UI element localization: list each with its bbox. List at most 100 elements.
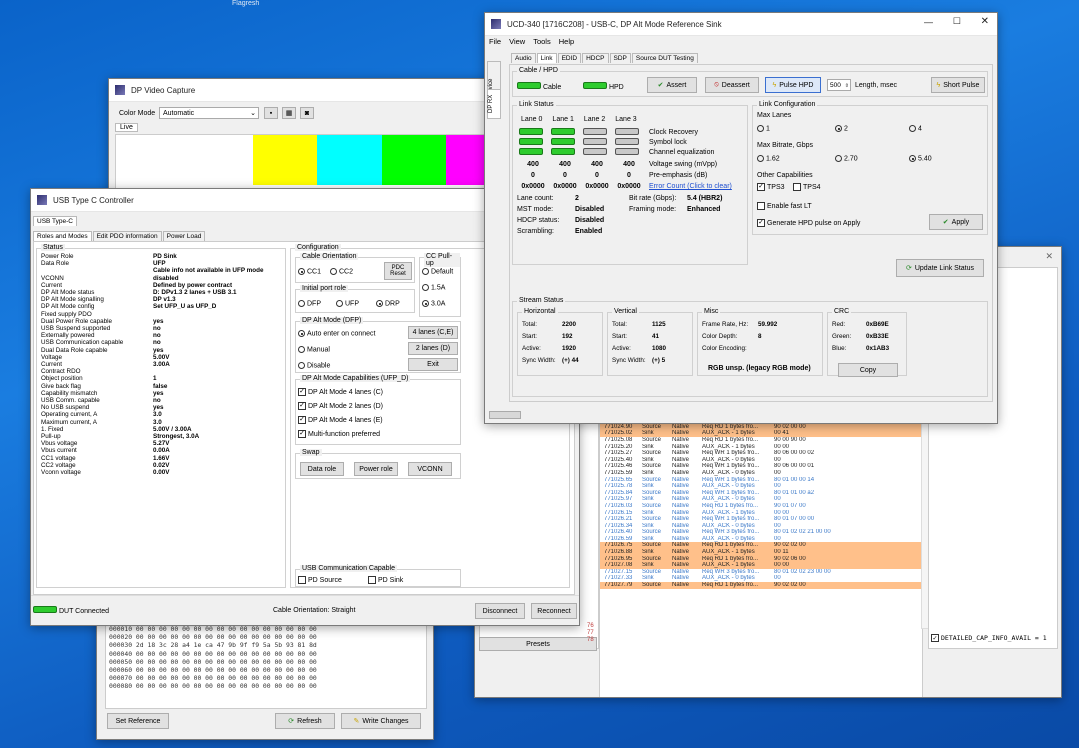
rate-540-radio[interactable]: 5.40 bbox=[909, 155, 932, 162]
subtab-pdo[interactable]: Edit PDO information bbox=[92, 231, 162, 241]
disconnect-button[interactable]: Disconnect bbox=[475, 603, 525, 619]
cc2-radio[interactable]: CC2 bbox=[330, 268, 353, 275]
close-icon[interactable]: ✕ bbox=[1045, 251, 1053, 262]
exit-button[interactable]: Exit bbox=[408, 358, 458, 371]
log-row[interactable]: 771025.27 Source Native Req WR 1 bytes fro.… bbox=[600, 450, 922, 457]
menu-help[interactable]: Help bbox=[559, 37, 574, 46]
pullup-1-5a-radio[interactable]: 1.5A bbox=[422, 284, 445, 291]
log-row[interactable]: 771026.34 Sink Native AUX_ACK - 0 bytes 00 bbox=[600, 522, 922, 530]
cap-4lanes-c-checkbox[interactable]: ✓ DP Alt Mode 4 lanes (C) bbox=[298, 388, 383, 396]
hex-row[interactable]: 000020 00 00 00 00 00 00 00 00 00 00 00 … bbox=[109, 633, 423, 641]
multi-function-checkbox[interactable]: ✓ Multi-function preferred bbox=[298, 430, 380, 438]
detail-row[interactable]: ✓ DETAILED_CAP_INFO_AVAIL = 1 bbox=[931, 634, 1047, 642]
lanes-4-radio[interactable]: 4 bbox=[909, 125, 922, 132]
log-row[interactable]: 771027.08 Sink Native AUX_ACK - 1 bytes 00 0… bbox=[600, 562, 922, 569]
tps4-checkbox[interactable]: TPS4 bbox=[793, 183, 821, 191]
aux-log-list[interactable]: 771024.52SinkNativeAUX_ACK - 1 bytes00 8… bbox=[599, 403, 923, 697]
manual-radio[interactable]: Manual bbox=[298, 346, 330, 353]
menu-tools[interactable]: Tools bbox=[533, 37, 551, 46]
minimize-icon[interactable]: — bbox=[924, 17, 933, 27]
tab-source-dut[interactable]: Source DUT Testing bbox=[631, 53, 698, 63]
tab-live[interactable]: Live bbox=[115, 123, 138, 132]
hex-row[interactable]: 000010 00 00 00 00 00 00 00 00 00 00 00 … bbox=[109, 625, 423, 633]
log-row[interactable]: 771025.97 Sink Native AUX_ACK - 0 bytes 00 bbox=[600, 496, 922, 503]
short-pulse-button[interactable]: ϟ Short Pulse bbox=[931, 77, 985, 93]
camera-icon[interactable]: ◙ bbox=[300, 107, 314, 119]
hex-row[interactable]: 000050 00 00 00 00 00 00 00 00 00 00 00 … bbox=[109, 658, 423, 666]
gen-hpd-checkbox[interactable]: ✓ Generate HPD pulse on Apply bbox=[757, 219, 860, 227]
disable-radio[interactable]: Disable bbox=[298, 362, 330, 369]
grid-icon[interactable]: ▦ bbox=[282, 107, 296, 119]
copy-button[interactable]: Copy bbox=[838, 363, 898, 377]
hex-view[interactable]: 000010 00 00 00 00 00 00 00 00 00 00 00 … bbox=[105, 623, 427, 709]
log-row[interactable]: 771026.88 Sink Native AUX_ACK - 1 bytes 00 1… bbox=[600, 549, 922, 556]
tab-audio[interactable]: Audio bbox=[511, 53, 536, 63]
pullup-3a-radio[interactable]: 3.0A bbox=[422, 300, 445, 307]
log-row[interactable]: 771025.78 Sink Native AUX_ACK - 0 bytes 00 bbox=[600, 483, 922, 490]
vconn-button[interactable]: VCONN bbox=[408, 462, 452, 476]
log-row[interactable]: 771025.46 Source Native Req WR 1 bytes fro.… bbox=[600, 463, 922, 470]
pulse-length-input[interactable]: 500 ⇳ bbox=[827, 79, 851, 91]
hex-row[interactable]: 000040 00 00 00 00 00 00 00 00 00 00 00 … bbox=[109, 650, 423, 658]
update-link-status-button[interactable]: ⟳ Update Link Status bbox=[896, 259, 984, 277]
hex-row[interactable]: 000070 00 00 00 00 00 00 00 00 00 00 00 … bbox=[109, 674, 423, 682]
spinner-icon[interactable]: ⇳ bbox=[845, 80, 849, 92]
reconnect-button[interactable]: Reconnect bbox=[531, 603, 577, 619]
hex-row[interactable]: 000080 00 00 00 00 00 00 00 00 00 00 00 … bbox=[109, 682, 423, 690]
tab-usb-type-c[interactable]: USB Type-C bbox=[33, 216, 78, 226]
log-row[interactable]: 771026.21 Source Native Req WR 1 bytes fro.… bbox=[600, 516, 922, 523]
refresh-button[interactable]: ⟳ Refresh bbox=[275, 713, 335, 729]
log-row[interactable]: 771026.95 Source Native Req RD 1 bytes fro.… bbox=[600, 555, 922, 563]
auto-enter-radio[interactable]: Auto enter on connect bbox=[298, 330, 376, 337]
pulse-hpd-button[interactable]: ϟ Pulse HPD bbox=[765, 77, 821, 93]
menu-file[interactable]: File bbox=[489, 37, 501, 46]
log-row[interactable]: 771025.40 Sink Native AUX_ACK - 0 bytes 00 bbox=[600, 456, 922, 464]
drp-radio[interactable]: DRP bbox=[376, 300, 400, 307]
log-row[interactable]: 771025.65 Source Native Req WR 1 bytes fro.… bbox=[600, 476, 922, 484]
rate-162-radio[interactable]: 1.62 bbox=[757, 155, 780, 162]
apply-button[interactable]: ✔ Apply bbox=[929, 214, 983, 230]
pullup-default-radio[interactable]: Default bbox=[422, 268, 453, 275]
tab-sdp[interactable]: SDP bbox=[609, 53, 631, 63]
log-row[interactable]: 771024.90 Source Native Req RD 1 bytes fro.… bbox=[600, 423, 922, 431]
lanes-2-radio[interactable]: 2 bbox=[835, 125, 848, 132]
horizontal-scrollbar[interactable] bbox=[489, 411, 521, 419]
fast-lt-checkbox[interactable]: Enable fast LT bbox=[757, 202, 812, 210]
tab-hdcp[interactable]: HDCP bbox=[582, 53, 609, 63]
log-row[interactable]: 771025.02 Sink Native AUX_ACK - 1 bytes 00 4… bbox=[600, 430, 922, 437]
cc1-radio[interactable]: CC1 bbox=[298, 268, 321, 275]
tps3-checkbox[interactable]: ✓ TPS3 bbox=[757, 183, 785, 191]
write-changes-button[interactable]: ✎ Write Changes bbox=[341, 713, 421, 729]
log-row[interactable]: 771026.59 Sink Native AUX_ACK - 0 bytes 00 bbox=[600, 535, 922, 543]
ufp-radio[interactable]: UFP bbox=[336, 300, 359, 307]
cap-4lanes-e-checkbox[interactable]: ✓ DP Alt Mode 4 lanes (E) bbox=[298, 416, 383, 424]
lanes-1-radio[interactable]: 1 bbox=[757, 125, 770, 132]
deassert-button[interactable]: ⦸ Deassert bbox=[705, 77, 759, 93]
subtab-roles[interactable]: Roles and Modes bbox=[33, 231, 92, 241]
menu-view[interactable]: View bbox=[509, 37, 525, 46]
tab-link[interactable]: Link bbox=[536, 53, 557, 63]
pd-source-checkbox[interactable]: PD Source bbox=[298, 576, 342, 584]
log-row[interactable]: 771027.33 Sink Native AUX_ACK - 0 bytes 00 bbox=[600, 575, 922, 583]
log-row[interactable]: 771027.79 Source Native Req RD 1 bytes fro.… bbox=[600, 582, 922, 589]
hex-row[interactable]: 000060 00 00 00 00 00 00 00 00 00 00 00 … bbox=[109, 666, 423, 674]
side-tab-dp-rx[interactable]: DP RX bbox=[487, 89, 501, 119]
set-reference-button[interactable]: Set Reference bbox=[107, 713, 169, 729]
log-row[interactable]: 771026.03 Source Native Req RD 1 bytes fro.… bbox=[600, 502, 922, 510]
error-count-link[interactable]: Error Count (Click to clear) bbox=[649, 183, 732, 190]
maximize-icon[interactable]: ☐ bbox=[953, 16, 961, 27]
log-row[interactable]: 771026.75 Source Native Req RD 1 bytes fro.… bbox=[600, 542, 922, 550]
log-row[interactable]: 771026.15 Sink Native AUX_ACK - 1 bytes 00 0… bbox=[600, 509, 922, 517]
log-row[interactable]: 771025.20 Sink Native AUX_ACK - 1 bytes 00 0… bbox=[600, 443, 922, 451]
dfp-radio[interactable]: DFP bbox=[298, 300, 321, 307]
color-mode-select[interactable]: Automatic ⌄ bbox=[159, 107, 259, 119]
cap-2lanes-d-checkbox[interactable]: ✓ DP Alt Mode 2 lanes (D) bbox=[298, 402, 383, 410]
log-row[interactable]: 771025.59 Sink Native AUX_ACK - 0 bytes 00 bbox=[600, 469, 922, 477]
rate-270-radio[interactable]: 2.70 bbox=[835, 155, 858, 162]
data-role-button[interactable]: Data role bbox=[300, 462, 344, 476]
pd-sink-checkbox[interactable]: PD Sink bbox=[368, 576, 403, 584]
close-icon[interactable]: ✕ bbox=[981, 16, 989, 27]
assert-button[interactable]: ✔ Assert bbox=[647, 77, 697, 93]
tab-edid[interactable]: EDID bbox=[557, 53, 582, 63]
save-icon[interactable]: ▪ bbox=[264, 107, 278, 119]
